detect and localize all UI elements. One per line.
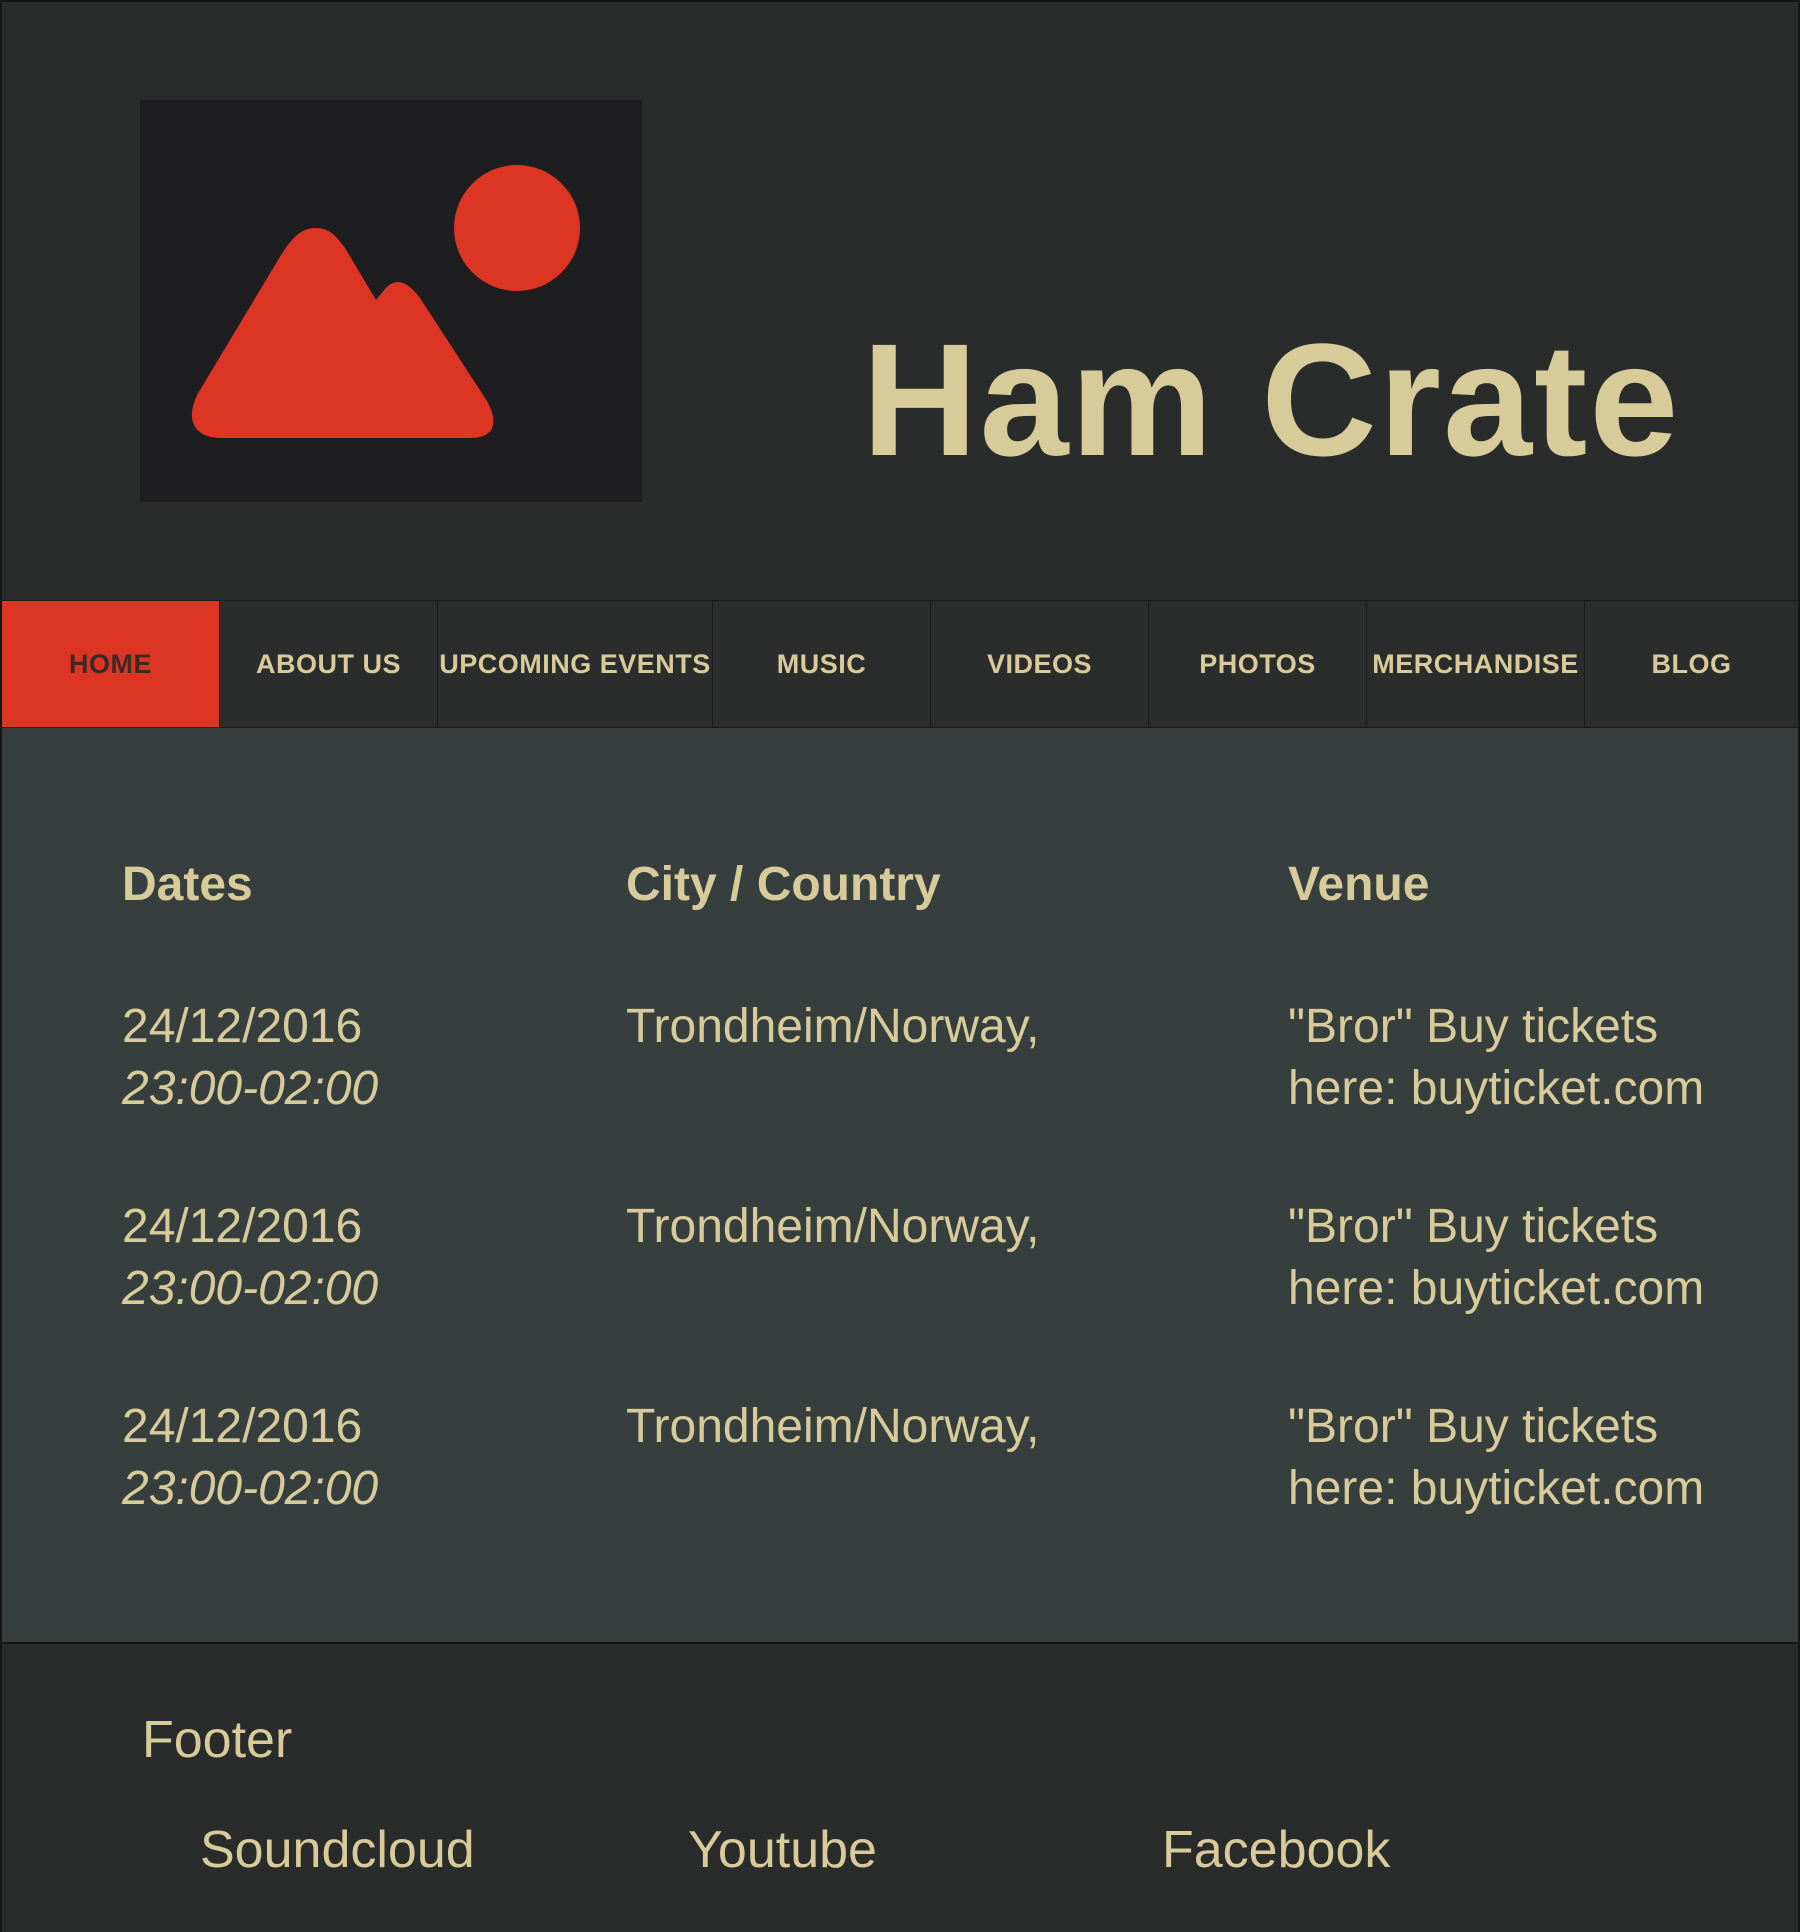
ticket-link[interactable]: here: buyticket.com — [1288, 1058, 1704, 1120]
event-time: 23:00-02:00 — [122, 1462, 379, 1515]
event-venue-cell: "Bror" Buy tickets here: buyticket.com — [1288, 1396, 1704, 1520]
dates-header: Dates — [122, 858, 253, 911]
nav-item-music[interactable]: MUSIC — [713, 601, 931, 727]
event-time: 23:00-02:00 — [122, 1262, 379, 1315]
nav-item-upcoming-events[interactable]: UPCOMING EVENTS — [438, 601, 713, 727]
nav-item-home[interactable]: HOME — [2, 601, 220, 727]
event-date-cell: 24/12/2016 23:00-02:00 — [122, 996, 378, 1120]
event-date: 24/12/2016 — [122, 1400, 363, 1453]
event-venue: "Bror" Buy tickets — [1288, 1200, 1659, 1253]
site-header: Ham Crate — [2, 2, 1798, 600]
event-date: 24/12/2016 — [122, 1200, 363, 1253]
event-venue-cell: "Bror" Buy tickets here: buyticket.com — [1288, 996, 1704, 1120]
site-footer: Footer Soundcloud Youtube Facebook — [2, 1642, 1798, 1932]
footer-link-soundcloud[interactable]: Soundcloud — [200, 1820, 475, 1880]
footer-title: Footer — [142, 1711, 293, 1769]
event-city: Trondheim/Norway, — [626, 1400, 1040, 1453]
footer-link-facebook[interactable]: Facebook — [1162, 1820, 1390, 1880]
main-nav: HOME ABOUT US UPCOMING EVENTS MUSIC VIDE… — [2, 600, 1798, 728]
event-date-cell: 24/12/2016 23:00-02:00 — [122, 1196, 378, 1320]
nav-item-about-us[interactable]: ABOUT US — [220, 601, 438, 727]
city-header: City / Country — [626, 858, 941, 911]
ticket-link[interactable]: here: buyticket.com — [1288, 1458, 1704, 1520]
nav-item-videos[interactable]: VIDEOS — [931, 601, 1149, 727]
nav-item-merchandise[interactable]: MERCHANDISE — [1367, 601, 1585, 727]
event-venue: "Bror" Buy tickets — [1288, 1400, 1659, 1453]
event-date: 24/12/2016 — [122, 1000, 363, 1053]
image-placeholder-icon — [140, 100, 642, 502]
ticket-link[interactable]: here: buyticket.com — [1288, 1258, 1704, 1320]
event-city: Trondheim/Norway, — [626, 1200, 1040, 1253]
event-venue-cell: "Bror" Buy tickets here: buyticket.com — [1288, 1196, 1704, 1320]
footer-link-youtube[interactable]: Youtube — [688, 1820, 877, 1880]
event-venue: "Bror" Buy tickets — [1288, 1000, 1659, 1053]
page: Ham Crate HOME ABOUT US UPCOMING EVENTS … — [0, 0, 1800, 1932]
event-date-cell: 24/12/2016 23:00-02:00 — [122, 1396, 378, 1520]
venue-header: Venue — [1288, 858, 1430, 911]
nav-item-photos[interactable]: PHOTOS — [1149, 601, 1367, 727]
event-city: Trondheim/Norway, — [626, 1000, 1040, 1053]
events-section: Dates 24/12/2016 23:00-02:00 24/12/2016 … — [2, 728, 1798, 1642]
event-time: 23:00-02:00 — [122, 1062, 379, 1115]
nav-item-blog[interactable]: BLOG — [1585, 601, 1798, 727]
site-title: Ham Crate — [862, 310, 1681, 489]
